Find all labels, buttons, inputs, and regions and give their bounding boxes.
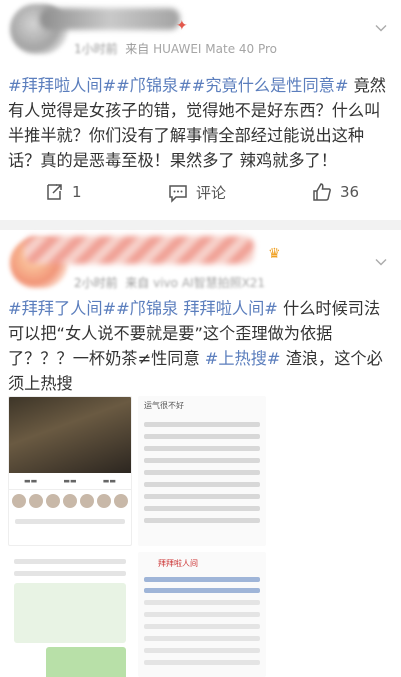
image-caption: 运气很不好 — [144, 401, 184, 410]
post-source: HUAWEI Mate 40 Pro — [153, 42, 278, 56]
comment-button[interactable]: 评论 — [168, 182, 226, 203]
post-image-3[interactable] — [8, 552, 132, 677]
post-source: vivo AI智慧拍照X21 — [153, 276, 266, 290]
chevron-down-icon[interactable] — [375, 256, 387, 268]
post-header: ♛ 2小时前 来自 vivo AI智慧拍照X21 — [10, 234, 391, 290]
feed-divider — [0, 220, 401, 230]
hashtag-link[interactable]: #邝锦泉# — [116, 76, 192, 95]
username-blurred[interactable] — [24, 236, 254, 264]
hashtag-link[interactable]: #上热搜# — [205, 349, 281, 368]
source-prefix: 来自 — [125, 42, 150, 56]
hashtag-link[interactable]: #究竟什么是性同意# — [192, 76, 349, 95]
post-text: #拜拜啦人间##邝锦泉##究竟什么是性同意# 竟然有人觉得是女孩子的错，觉得她不… — [8, 73, 394, 173]
post-text: #拜拜了人间##邝锦泉 拜拜啦人间# 什么时候司法可以把“女人说不要就是要”这个… — [8, 296, 394, 396]
post-header: ✦ 1小时前 来自 HUAWEI Mate 40 Pro — [10, 0, 391, 56]
post-time: 1小时前 — [74, 42, 118, 56]
chevron-down-icon[interactable] — [375, 22, 387, 34]
repost-button[interactable]: 1 — [44, 182, 82, 202]
thumbs-up-icon — [313, 183, 331, 201]
badge-icon: ✦ — [176, 18, 188, 34]
hashtag-link[interactable]: #邝锦泉 拜拜啦人间# — [116, 299, 278, 318]
post-meta: 2小时前 来自 vivo AI智慧拍照X21 — [74, 274, 265, 291]
feed-post-2: ♛ 2小时前 来自 vivo AI智慧拍照X21 #拜拜了人间##邝锦泉 拜拜啦… — [0, 230, 401, 677]
source-prefix: 来自 — [125, 276, 150, 290]
post-image-4[interactable]: 拜拜啦人间 — [138, 552, 266, 677]
image-grid: ▬▬ ▬▬ ▬▬ 运气很不好 拜拜啦人间 — [8, 396, 266, 677]
crown-badge-icon: ♛ — [268, 246, 281, 262]
comment-icon — [169, 184, 187, 203]
like-button[interactable]: 36 — [312, 182, 359, 202]
repost-icon — [47, 184, 62, 200]
hashtag-link[interactable]: #拜拜了人间# — [8, 299, 116, 318]
repost-count: 1 — [72, 183, 82, 201]
feed-post-1: ✦ 1小时前 来自 HUAWEI Mate 40 Pro #拜拜啦人间##邝锦泉… — [0, 0, 401, 220]
post-actions: 1 评论 36 — [0, 178, 401, 214]
post-image-2[interactable]: 运气很不好 — [138, 396, 266, 546]
post-image-1[interactable]: ▬▬ ▬▬ ▬▬ — [8, 396, 132, 546]
post-time: 2小时前 — [74, 276, 118, 290]
hashtag-link[interactable]: #拜拜啦人间# — [8, 76, 116, 95]
username-blurred[interactable] — [40, 8, 180, 30]
like-count: 36 — [340, 183, 360, 201]
post-meta: 1小时前 来自 HUAWEI Mate 40 Pro — [74, 40, 277, 57]
image-caption: 拜拜啦人间 — [158, 559, 198, 568]
comment-label: 评论 — [196, 184, 227, 202]
